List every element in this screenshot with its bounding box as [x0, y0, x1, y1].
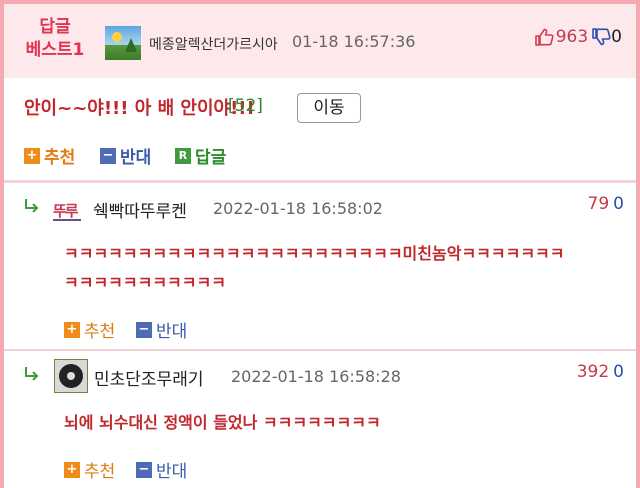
recommend-label: 추천	[44, 148, 76, 168]
comment-recommend-button[interactable]: + 추천	[64, 457, 115, 482]
plus-square-icon: +	[64, 321, 80, 338]
post-time: 01-18 16:57:36	[292, 32, 416, 51]
comment-text-line: 뇌에 뇌수대신 정액이 들었나 ㅋㅋㅋㅋㅋㅋㅋㅋ	[64, 413, 381, 432]
plus-square-icon: +	[64, 461, 80, 478]
divider	[4, 349, 636, 351]
comment-time: 2022-01-18 16:58:28	[231, 367, 401, 386]
best-label-line2: 베스트1	[25, 40, 85, 60]
comment-recommend-button[interactable]: + 추천	[64, 317, 115, 342]
comment-text-line: ㅋㅋㅋㅋㅋㅋㅋㅋㅋㅋㅋ	[64, 273, 226, 292]
comment-avatar[interactable]	[54, 359, 88, 393]
comment-avatar-text: 뚜루	[53, 202, 79, 220]
comment-avatar[interactable]: 뚜루	[51, 193, 85, 227]
comment-down-count: 0	[613, 362, 624, 382]
reply-arrow-icon	[25, 199, 39, 213]
divider	[4, 180, 636, 183]
plus-square-icon: +	[24, 147, 40, 164]
comment-text: 뇌에 뇌수대신 정액이 들었나 ㅋㅋㅋㅋㅋㅋㅋㅋ	[64, 408, 624, 437]
best-label: 답글 베스트1	[20, 16, 90, 62]
oppose-label: 반대	[156, 462, 188, 482]
oppose-label: 반대	[120, 148, 152, 168]
reply-label: 답글	[195, 148, 227, 168]
oppose-button[interactable]: − 반대	[100, 143, 151, 168]
comment-votes: 392 0	[577, 362, 624, 382]
comment-up-count: 79	[587, 194, 610, 214]
comment-oppose-button[interactable]: − 반대	[136, 457, 187, 482]
comment-author[interactable]: 민초단조무래기	[94, 365, 203, 390]
up-count: 963	[555, 27, 589, 47]
comment-author[interactable]: 쉑빡따뚜루켄	[93, 197, 187, 222]
minus-square-icon: −	[136, 461, 152, 478]
move-button[interactable]: 이동	[297, 93, 361, 123]
reply-button[interactable]: R 답글	[175, 143, 226, 168]
author-name[interactable]: 메종알렉산더가르시아	[149, 34, 278, 54]
comment-up-count: 392	[576, 362, 610, 382]
recommend-label: 추천	[84, 322, 116, 342]
comment-time: 2022-01-18 16:58:02	[213, 199, 383, 218]
best-label-line1: 답글	[39, 17, 71, 37]
best-post-header: 답글 베스트1 메종알렉산더가르시아 01-18 16:57:36 963 0	[4, 4, 636, 78]
vote-summary: 963 0	[534, 27, 622, 47]
thumb-up-icon[interactable]	[534, 27, 554, 47]
minus-square-icon: −	[136, 321, 152, 338]
minus-square-icon: −	[100, 147, 116, 164]
comment-votes: 79 0	[588, 194, 624, 214]
comment-count: [52]	[228, 96, 263, 116]
down-count: 0	[611, 27, 622, 47]
comment-text-line: ㅋㅋㅋㅋㅋㅋㅋㅋㅋㅋㅋㅋㅋㅋㅋㅋㅋㅋㅋㅋㅋㅋㅋ미친놈악ㅋㅋㅋㅋㅋㅋㅋ	[64, 244, 565, 263]
comment-down-count: 0	[613, 194, 624, 214]
best-reply-panel: 답글 베스트1 메종알렉산더가르시아 01-18 16:57:36 963 0 …	[4, 4, 636, 488]
recommend-button[interactable]: + 추천	[24, 143, 75, 168]
reply-arrow-icon	[25, 367, 39, 381]
recommend-label: 추천	[84, 462, 116, 482]
reply-badge-icon: R	[175, 147, 191, 164]
comment-oppose-button[interactable]: − 반대	[136, 317, 187, 342]
post-title[interactable]: 안이~~야!!! 아 배 안이야!!!	[24, 94, 255, 120]
author-avatar[interactable]	[105, 26, 141, 60]
comment-text: ㅋㅋㅋㅋㅋㅋㅋㅋㅋㅋㅋㅋㅋㅋㅋㅋㅋㅋㅋㅋㅋㅋㅋ미친놈악ㅋㅋㅋㅋㅋㅋㅋ ㅋㅋㅋㅋㅋ…	[64, 239, 624, 297]
oppose-label: 반대	[156, 322, 188, 342]
thumb-down-icon[interactable]	[591, 27, 611, 47]
